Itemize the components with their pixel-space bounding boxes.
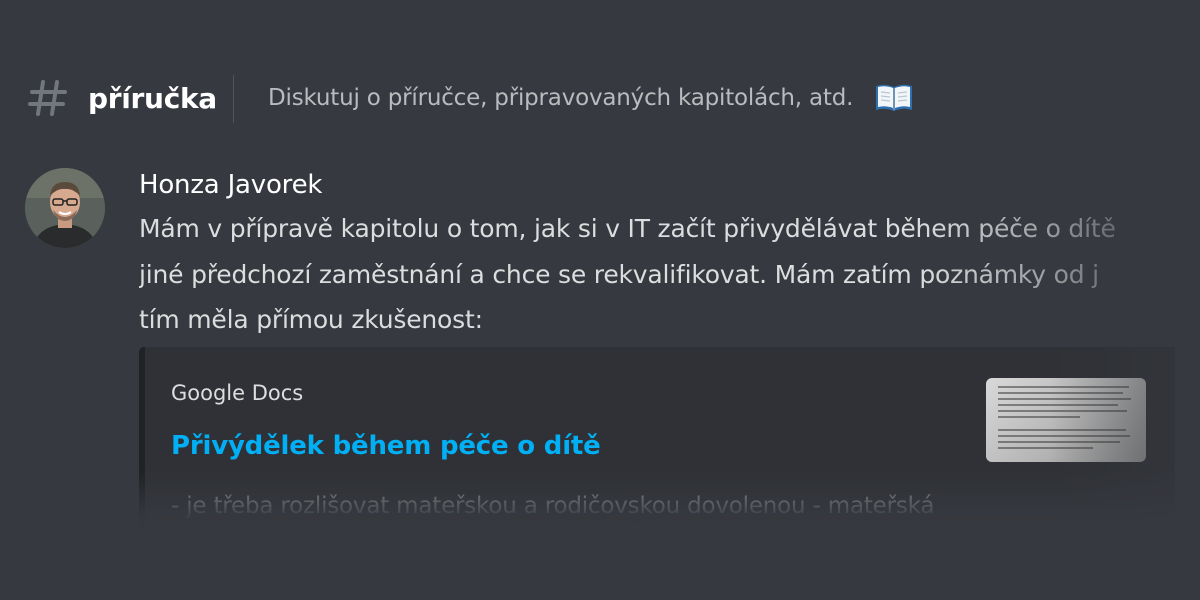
- message-author[interactable]: Honza Javorek: [139, 170, 322, 200]
- message-text-line: Mám v přípravě kapitolu o tom, jak si v …: [139, 214, 1116, 243]
- embed-thumbnail[interactable]: [986, 378, 1146, 462]
- message-text-line: tím měla přímou zkušenost:: [139, 305, 483, 334]
- open-book-icon: [876, 84, 912, 111]
- avatar-photo: [25, 168, 105, 248]
- hash-icon: [28, 80, 67, 116]
- message-text-line: jiné předchozí zaměstnání a chce se rekv…: [139, 260, 1099, 289]
- channel-topic: Diskutuj o příručce, připravovaných kapi…: [268, 85, 854, 111]
- link-embed: Google Docs Přivýdělek během péče o dítě…: [139, 347, 1175, 547]
- embed-provider: Google Docs: [171, 381, 304, 405]
- channel-header: příručka Diskutuj o příručce, připravova…: [0, 72, 1200, 128]
- header-divider: [233, 75, 234, 123]
- channel-name[interactable]: příručka: [88, 82, 217, 115]
- embed-description: - je třeba rozlišovat mateřskou a rodičo…: [171, 493, 935, 519]
- embed-title-link[interactable]: Přivýdělek během péče o dítě: [171, 431, 601, 461]
- document-preview-lines: [998, 386, 1134, 453]
- avatar[interactable]: [25, 168, 105, 248]
- discord-chat-view: příručka Diskutuj o příručce, připravova…: [0, 0, 1200, 600]
